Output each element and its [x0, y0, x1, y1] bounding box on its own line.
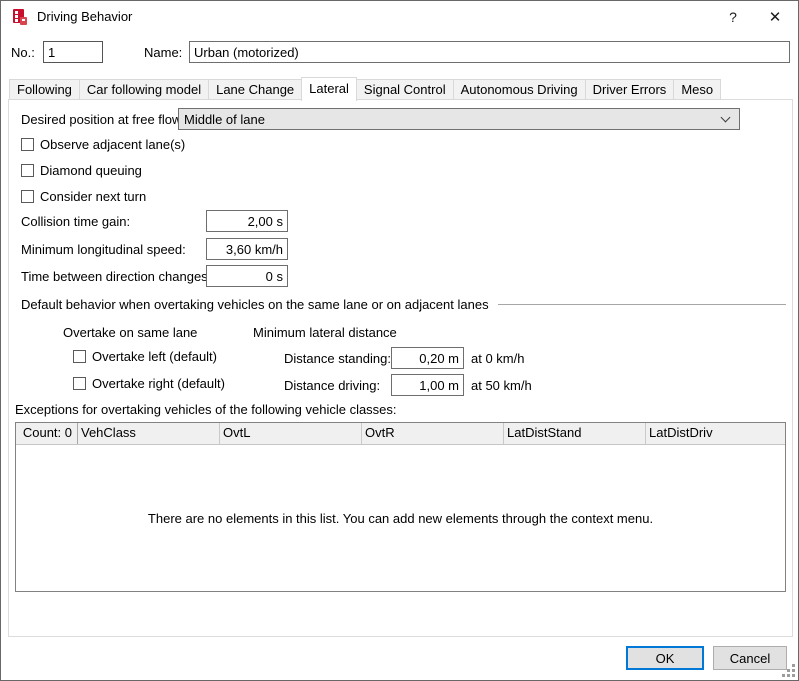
driving-behavior-app-icon: [11, 8, 29, 26]
close-icon[interactable]: ✕: [754, 1, 796, 32]
checkbox-row-observe-adjacent-lanes[interactable]: Observe adjacent lane(s): [21, 137, 185, 152]
observe-adjacent-lanes-checkbox[interactable]: [21, 138, 34, 151]
exceptions-table-header: Count: 0 VehClass OvtL OvtR LatDistStand…: [16, 423, 785, 445]
column-header-ovtl[interactable]: OvtL: [220, 423, 362, 444]
tab-driver-errors[interactable]: Driver Errors: [585, 79, 675, 100]
overtake-left-checkbox[interactable]: [73, 350, 86, 363]
observe-adjacent-lanes-label: Observe adjacent lane(s): [40, 137, 185, 152]
minimum-longitudinal-speed-input[interactable]: [206, 238, 288, 260]
diamond-queuing-label: Diamond queuing: [40, 163, 142, 178]
distance-driving-input[interactable]: [391, 374, 464, 396]
no-input[interactable]: [43, 41, 103, 63]
no-label: No.:: [11, 45, 35, 60]
distance-standing-input[interactable]: [391, 347, 464, 369]
tab-meso[interactable]: Meso: [673, 79, 721, 100]
collision-time-gain-label: Collision time gain:: [21, 214, 130, 229]
checkbox-row-overtake-right[interactable]: Overtake right (default): [73, 376, 225, 391]
checkbox-row-overtake-left[interactable]: Overtake left (default): [73, 349, 217, 364]
exceptions-table[interactable]: Count: 0 VehClass OvtL OvtR LatDistStand…: [15, 422, 786, 592]
exceptions-label: Exceptions for overtaking vehicles of th…: [15, 402, 397, 417]
cancel-button[interactable]: Cancel: [713, 646, 787, 670]
empty-list-message: There are no elements in this list. You …: [148, 511, 653, 526]
diamond-queuing-checkbox[interactable]: [21, 164, 34, 177]
tab-bar: Following Car following model Lane Chang…: [9, 77, 721, 100]
desired-position-select[interactable]: Middle of lane: [178, 108, 740, 130]
distance-driving-suffix: at 50 km/h: [471, 378, 532, 393]
exceptions-table-body[interactable]: There are no elements in this list. You …: [16, 445, 785, 591]
checkbox-row-consider-next-turn[interactable]: Consider next turn: [21, 189, 146, 204]
ok-button[interactable]: OK: [626, 646, 704, 670]
overtaking-group-header: Default behavior when overtaking vehicle…: [21, 297, 786, 312]
time-between-direction-changes-input[interactable]: [206, 265, 288, 287]
distance-driving-label: Distance driving:: [284, 378, 380, 393]
overtake-same-lane-header: Overtake on same lane: [63, 325, 197, 340]
tab-car-following-model[interactable]: Car following model: [79, 79, 209, 100]
name-label: Name:: [144, 45, 182, 60]
column-header-latdiststand[interactable]: LatDistStand: [504, 423, 646, 444]
column-header-vehclass[interactable]: VehClass: [78, 423, 220, 444]
window-title: Driving Behavior: [37, 9, 132, 24]
consider-next-turn-label: Consider next turn: [40, 189, 146, 204]
help-button[interactable]: ?: [712, 1, 754, 32]
collision-time-gain-input[interactable]: [206, 210, 288, 232]
chevron-down-icon: [721, 113, 731, 123]
tab-lateral[interactable]: Lateral: [301, 77, 357, 101]
overtaking-group-label: Default behavior when overtaking vehicle…: [21, 297, 489, 312]
group-separator-line: [498, 304, 786, 305]
column-header-ovtr[interactable]: OvtR: [362, 423, 504, 444]
overtake-left-label: Overtake left (default): [92, 349, 217, 364]
minimum-lateral-distance-header: Minimum lateral distance: [253, 325, 397, 340]
consider-next-turn-checkbox[interactable]: [21, 190, 34, 203]
desired-position-value: Middle of lane: [179, 112, 722, 127]
distance-standing-label: Distance standing:: [284, 351, 391, 366]
driving-behavior-dialog: Driving Behavior ? ✕ No.: Name: Followin…: [0, 0, 799, 681]
tab-following[interactable]: Following: [9, 79, 80, 100]
checkbox-row-diamond-queuing[interactable]: Diamond queuing: [21, 163, 142, 178]
tab-lane-change[interactable]: Lane Change: [208, 79, 302, 100]
distance-standing-suffix: at 0 km/h: [471, 351, 524, 366]
row-count-header: Count: 0: [16, 423, 78, 444]
tab-signal-control[interactable]: Signal Control: [356, 79, 454, 100]
desired-position-label: Desired position at free flow:: [21, 112, 185, 127]
tab-autonomous-driving[interactable]: Autonomous Driving: [453, 79, 586, 100]
column-header-latdistdriv[interactable]: LatDistDriv: [646, 423, 785, 444]
minimum-longitudinal-speed-label: Minimum longitudinal speed:: [21, 242, 186, 257]
name-input[interactable]: [189, 41, 790, 63]
resize-grip[interactable]: [782, 664, 795, 677]
overtake-right-checkbox[interactable]: [73, 377, 86, 390]
time-between-direction-changes-label: Time between direction changes:: [21, 269, 211, 284]
title-bar[interactable]: Driving Behavior ? ✕: [1, 1, 798, 32]
overtake-right-label: Overtake right (default): [92, 376, 225, 391]
